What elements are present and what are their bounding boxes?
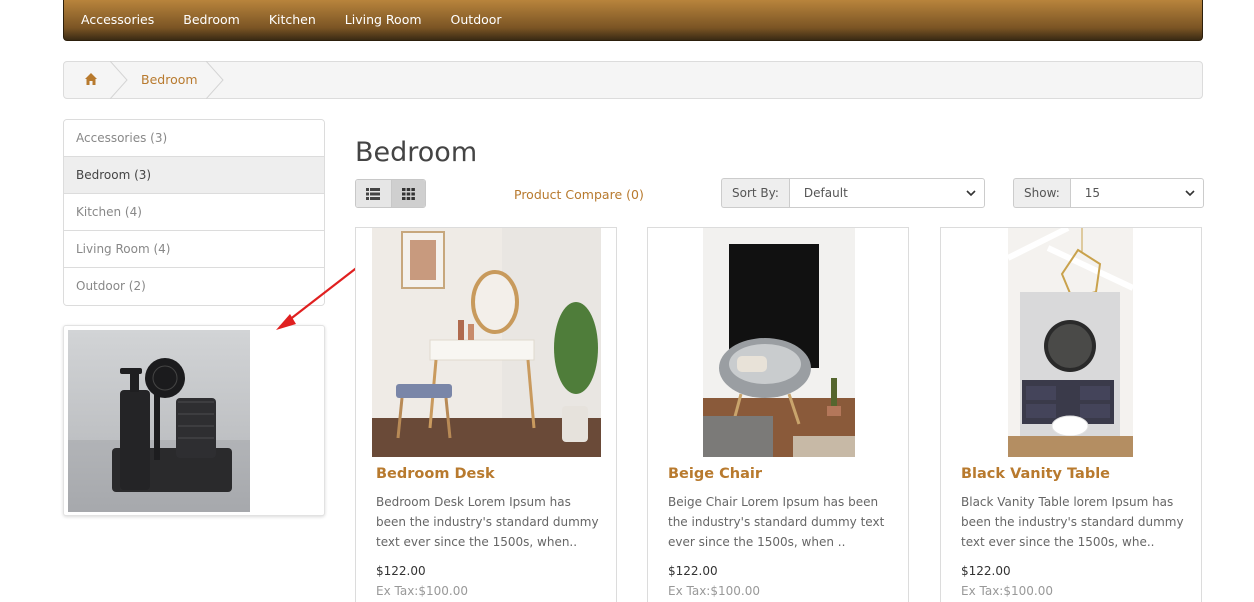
breadcrumb-current[interactable]: Bedroom	[141, 72, 198, 87]
category-item-accessories[interactable]: Accessories (3)	[64, 120, 324, 157]
view-toggle	[355, 179, 426, 208]
product-description: Bedroom Desk Lorem Ipsum has been the in…	[376, 495, 599, 549]
grid-view-icon	[401, 187, 415, 200]
category-item-bedroom[interactable]: Bedroom (3)	[64, 157, 324, 194]
sort-by-select[interactable]: Default	[788, 178, 985, 208]
product-card: Bedroom Desk Bedroom Desk Lorem Ipsum ha…	[355, 227, 617, 602]
list-view-button[interactable]	[356, 180, 391, 207]
top-navigation: Accessories Bedroom Kitchen Living Room …	[63, 0, 1203, 41]
product-price: $122.00	[961, 564, 1011, 578]
product-price: $122.00	[376, 564, 426, 578]
list-view-icon	[366, 187, 381, 200]
chevron-down-icon	[1185, 190, 1195, 197]
product-ex-tax: Ex Tax:$100.00	[376, 584, 468, 598]
product-description: Beige Chair Lorem Ipsum has been the ind…	[668, 495, 885, 549]
product-card: Beige Chair Beige Chair Lorem Ipsum has …	[647, 227, 909, 602]
product-ex-tax: Ex Tax:$100.00	[961, 584, 1053, 598]
product-image[interactable]	[703, 228, 855, 457]
show-group: Show: 15	[1013, 178, 1204, 208]
page-title: Bedroom	[355, 137, 478, 168]
banner-image	[68, 330, 250, 512]
grid-view-button[interactable]	[390, 180, 425, 207]
product-ex-tax: Ex Tax:$100.00	[668, 584, 760, 598]
nav-item-outdoor[interactable]: Outdoor	[451, 12, 502, 27]
show-label: Show:	[1013, 178, 1070, 208]
sort-by-label: Sort By:	[721, 178, 789, 208]
sidebar-banner[interactable]	[63, 325, 325, 516]
product-price: $122.00	[668, 564, 718, 578]
product-image[interactable]	[1008, 228, 1133, 457]
chevron-down-icon	[966, 190, 976, 197]
product-compare-link[interactable]: Product Compare (0)	[514, 187, 644, 202]
product-name[interactable]: Black Vanity Table	[961, 466, 1110, 482]
sort-by-value: Default	[803, 186, 848, 200]
nav-item-bedroom[interactable]: Bedroom	[183, 12, 240, 27]
product-description: Black Vanity Table lorem Ipsum has been …	[961, 495, 1184, 549]
home-icon[interactable]	[84, 72, 98, 86]
nav-item-kitchen[interactable]: Kitchen	[269, 12, 316, 27]
product-card: Black Vanity Table Black Vanity Table lo…	[940, 227, 1202, 602]
nav-item-living-room[interactable]: Living Room	[345, 12, 422, 27]
category-item-kitchen[interactable]: Kitchen (4)	[64, 194, 324, 231]
product-name[interactable]: Bedroom Desk	[376, 466, 495, 482]
show-select[interactable]: 15	[1069, 178, 1204, 208]
product-name[interactable]: Beige Chair	[668, 466, 762, 482]
sort-by-group: Sort By: Default	[721, 178, 985, 208]
product-image[interactable]	[372, 228, 601, 457]
breadcrumb: Bedroom	[63, 61, 1203, 99]
nav-item-accessories[interactable]: Accessories	[81, 12, 154, 27]
show-value: 15	[1084, 186, 1101, 200]
breadcrumb-separator	[206, 61, 224, 99]
breadcrumb-separator	[110, 61, 128, 99]
